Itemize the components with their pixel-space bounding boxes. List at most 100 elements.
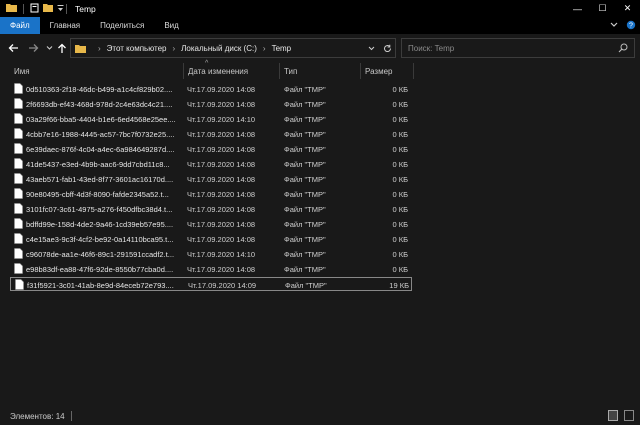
file-date: Чт.17.09.2020 14:08 <box>187 189 256 199</box>
file-name: 4cbb7e16-1988-4445-ac57-7bc7f0732e25.... <box>26 129 175 139</box>
file-date: Чт.17.09.2020 14:09 <box>188 280 257 290</box>
column-header-date[interactable]: Дата изменения <box>184 62 279 80</box>
item-count: Элементов: 14 <box>10 411 65 421</box>
up-button[interactable] <box>56 41 68 55</box>
file-icon <box>14 188 23 199</box>
file-type: Файл "TMP" <box>284 144 326 154</box>
file-type: Файл "TMP" <box>284 99 326 109</box>
details-view-button[interactable] <box>608 410 618 421</box>
file-name: 03a29f66-bba5-4404-b1e6-6ed4568e25ee.... <box>26 114 176 124</box>
customize-toolbar-dropdown-icon[interactable] <box>57 4 64 14</box>
file-date: Чт.17.09.2020 14:08 <box>187 219 256 229</box>
address-history-button[interactable] <box>363 39 379 57</box>
file-row[interactable]: c4e15ae3-9c3f-4cf2-be92-0a14110bca95.t..… <box>10 232 412 246</box>
window-controls: — ☐ ✕ <box>565 0 640 17</box>
breadcrumb-temp[interactable]: Temp <box>272 44 292 53</box>
file-icon <box>14 143 23 154</box>
search-icon[interactable] <box>618 43 628 55</box>
file-icon <box>14 263 23 274</box>
help-icon[interactable]: ? <box>626 20 636 32</box>
tab-share[interactable]: Поделиться <box>90 17 154 34</box>
file-row[interactable]: 6e39daec-876f-4c04-a4ec-6a984649287d....… <box>10 142 412 156</box>
file-row-selected[interactable]: f31f5921-3c01-41ab-8e9d-84eceb72e793....… <box>10 277 412 291</box>
file-row[interactable]: c96078de-aa1e-46f6-89c1-291591ccadf2.t..… <box>10 247 412 261</box>
file-icon <box>14 83 23 94</box>
file-row[interactable]: e98b83df-ea88-47f6-92de-8550b77cba0d....… <box>10 262 412 276</box>
file-icon <box>14 233 23 244</box>
breadcrumb-separator[interactable]: › <box>98 44 101 53</box>
new-folder-icon[interactable] <box>43 3 53 14</box>
file-size: 0 КБ <box>392 189 408 199</box>
file-size: 0 КБ <box>392 264 408 274</box>
file-row[interactable]: bdffd99e-158d-4de2-9a46-1cd39eb57e95....… <box>10 217 412 231</box>
file-row[interactable]: 03a29f66-bba5-4404-b1e6-6ed4568e25ee....… <box>10 112 412 126</box>
ribbon-tabs: Файл Главная Поделиться Вид ? <box>0 17 640 34</box>
file-name: 0d510363-2f18-46dc-b499-a1c4cf829b02.... <box>26 84 173 94</box>
tab-view[interactable]: Вид <box>154 17 188 34</box>
search-box[interactable]: Поиск: Temp <box>401 38 635 58</box>
recent-locations-button[interactable] <box>44 41 54 55</box>
breadcrumb-separator[interactable]: › <box>173 44 176 53</box>
file-row[interactable]: 90e80495-cbff-4d3f-8090-fafde2345a52.t..… <box>10 187 412 201</box>
column-divider[interactable] <box>413 63 414 79</box>
file-type: Файл "TMP" <box>284 219 326 229</box>
breadcrumb-separator[interactable]: › <box>263 44 266 53</box>
file-size: 0 КБ <box>392 174 408 184</box>
file-size: 19 КБ <box>389 280 409 290</box>
file-name: bdffd99e-158d-4de2-9a46-1cd39eb57e95.... <box>26 219 174 229</box>
file-icon <box>14 158 23 169</box>
file-row[interactable]: 2f6693db-ef43-468d-978d-2c4e63dc4c21....… <box>10 97 412 111</box>
tab-home[interactable]: Главная <box>40 17 90 34</box>
file-date: Чт.17.09.2020 14:10 <box>187 114 256 124</box>
column-headers: Имя Дата изменения Тип Размер <box>0 62 640 80</box>
file-name: c4e15ae3-9c3f-4cf2-be92-0a14110bca95.t..… <box>26 234 174 244</box>
file-size: 0 КБ <box>392 159 408 169</box>
title-bar: Temp — ☐ ✕ <box>0 0 640 17</box>
file-date: Чт.17.09.2020 14:08 <box>187 99 256 109</box>
file-row[interactable]: 41de5437-e3ed-4b9b-aac6-9dd7cbd11c8... Ч… <box>10 157 412 171</box>
file-row[interactable]: 4cbb7e16-1988-4445-ac57-7bc7f0732e25....… <box>10 127 412 141</box>
file-type: Файл "TMP" <box>284 129 326 139</box>
file-name: 6e39daec-876f-4c04-a4ec-6a984649287d.... <box>26 144 175 154</box>
quick-access-toolbar <box>0 0 64 17</box>
back-button[interactable] <box>6 41 20 55</box>
search-input[interactable]: Поиск: Temp <box>408 44 454 53</box>
forward-button[interactable] <box>26 41 40 55</box>
file-icon <box>14 98 23 109</box>
expand-ribbon-icon[interactable] <box>610 21 618 30</box>
file-size: 0 КБ <box>392 219 408 229</box>
breadcrumb-this-pc[interactable]: Этот компьютер <box>107 44 167 53</box>
refresh-button[interactable] <box>379 39 395 57</box>
minimize-button[interactable]: — <box>565 0 590 17</box>
file-row[interactable]: 0d510363-2f18-46dc-b499-a1c4cf829b02....… <box>10 82 412 96</box>
address-bar[interactable]: › Этот компьютер › Локальный диск (C:) ›… <box>70 38 396 58</box>
file-icon <box>14 218 23 229</box>
file-row[interactable]: 3101fc07-3c61-4975-a276-f450dfbc38d4.t..… <box>10 202 412 216</box>
file-size: 0 КБ <box>392 234 408 244</box>
chevron-down-icon <box>46 46 52 50</box>
close-button[interactable]: ✕ <box>615 0 640 17</box>
file-date: Чт.17.09.2020 14:08 <box>187 84 256 94</box>
file-row[interactable]: 43aeb571-fab1-43ed-8f77-3601ac16170d....… <box>10 172 412 186</box>
tab-file[interactable]: Файл <box>0 17 40 34</box>
file-name: e98b83df-ea88-47f6-92de-8550b77cba0d.... <box>26 264 174 274</box>
file-size: 0 КБ <box>392 99 408 109</box>
file-type: Файл "TMP" <box>284 189 326 199</box>
folder-icon <box>75 44 86 53</box>
ribbon-right-controls: ? <box>610 17 636 34</box>
breadcrumb-local-disk[interactable]: Локальный диск (C:) <box>181 44 257 53</box>
file-size: 0 КБ <box>392 129 408 139</box>
column-header-name[interactable]: Имя <box>10 62 182 80</box>
file-date: Чт.17.09.2020 14:08 <box>187 159 256 169</box>
file-type: Файл "TMP" <box>284 159 326 169</box>
column-header-type[interactable]: Тип <box>280 62 360 80</box>
toolbar-divider <box>23 3 24 14</box>
large-icons-view-button[interactable] <box>624 410 634 421</box>
file-icon <box>15 279 24 290</box>
properties-icon[interactable] <box>30 3 39 15</box>
view-switcher <box>608 410 634 421</box>
file-type: Файл "TMP" <box>284 204 326 214</box>
column-header-size[interactable]: Размер <box>361 62 413 80</box>
maximize-button[interactable]: ☐ <box>590 0 615 17</box>
file-type: Файл "TMP" <box>285 280 327 290</box>
